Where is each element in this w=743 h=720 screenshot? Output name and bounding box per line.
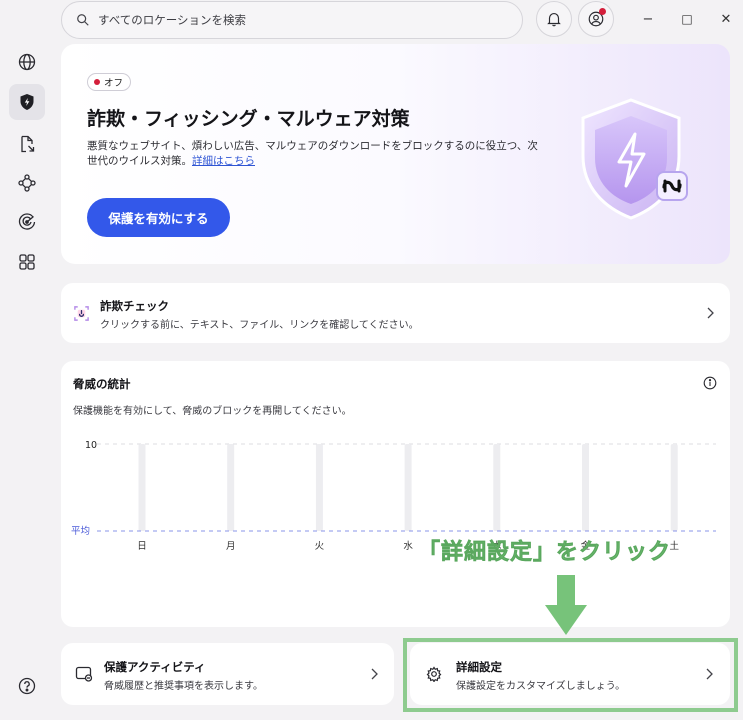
- close-button[interactable]: ✕: [714, 8, 738, 30]
- chevron-right-icon: [707, 307, 714, 319]
- scam-check-title: 詐欺チェック: [100, 299, 169, 313]
- hero-description-text: 悪質なウェブサイト、煩わしい広告、マルウェアのダウンロードをブロックするのに役立…: [87, 140, 538, 167]
- protection-activity-subtitle: 脅威履歴と推奨事項を表示します。: [104, 681, 263, 692]
- enable-protection-button[interactable]: 保護を有効にする: [87, 198, 230, 237]
- radar-icon: [18, 213, 36, 230]
- arrow-down-icon: [545, 575, 587, 635]
- search-icon: [77, 14, 89, 26]
- protection-activity-card[interactable]: 保護アクティビティ 脅威履歴と推奨事項を表示します。: [61, 643, 394, 705]
- learn-more-link[interactable]: 詳細はこちら: [192, 155, 255, 167]
- sidebar-item-protection[interactable]: [9, 84, 45, 120]
- chart-bar-track: [138, 444, 146, 531]
- status-badge-label: オフ: [104, 78, 124, 89]
- file-arrow-icon: [21, 135, 35, 153]
- chart-bar-track: [404, 444, 412, 531]
- chart-bar-track: [315, 444, 323, 531]
- highlight-box: [403, 638, 738, 712]
- sidebar-item-apps[interactable]: [9, 244, 45, 280]
- scam-check-subtitle: クリックする前に、テキスト、ファイル、リンクを確認してください。: [100, 320, 419, 331]
- chart-x-tick-label: 月: [226, 541, 236, 552]
- alert-dot: [599, 8, 606, 15]
- threat-stats-card: 脅威の統計 保護機能を有効にして、脅威のブロックを再開してください。 10 日月火…: [61, 361, 730, 627]
- notifications-button[interactable]: [536, 1, 572, 37]
- chart-y-tick-label: 10: [85, 440, 97, 451]
- chart-bar-track: [227, 444, 235, 531]
- hero-description: 悪質なウェブサイト、煩わしい広告、マルウェアのダウンロードをブロックするのに役立…: [87, 139, 547, 169]
- sidebar-item-network[interactable]: [9, 165, 45, 201]
- search-input[interactable]: [98, 13, 478, 27]
- apps-grid-icon: [19, 254, 35, 270]
- sidebar: [0, 0, 56, 720]
- chart-x-tick-label: 火: [315, 541, 325, 552]
- help-icon: [18, 677, 36, 695]
- shield-icon: [20, 94, 34, 110]
- maximize-button[interactable]: □: [675, 8, 699, 30]
- sidebar-item-vpn[interactable]: [9, 44, 45, 80]
- chart-bar-track: [670, 444, 678, 531]
- chevron-right-icon: [371, 668, 378, 680]
- help-button[interactable]: [9, 668, 45, 704]
- tutorial-annotation: 「詳細設定」をクリック: [418, 540, 672, 566]
- chart-bar-track: [493, 444, 501, 531]
- chart-x-tick-label: 水: [403, 540, 413, 552]
- account-button[interactable]: [578, 1, 614, 37]
- scam-check-icon: [74, 306, 89, 321]
- chart-x-tick-label: 日: [137, 541, 147, 552]
- chart-bar-track: [582, 444, 589, 531]
- activity-icon: [75, 666, 93, 682]
- protection-activity-title: 保護アクティビティ: [104, 660, 206, 674]
- protection-hero-card: オフ 詐欺・フィッシング・マルウェア対策 悪質なウェブサイト、煩わしい広告、マル…: [61, 44, 730, 264]
- shield-illustration-icon: [581, 98, 688, 220]
- threat-chart: 10日月火水木金土平均: [71, 440, 716, 552]
- network-icon: [18, 174, 36, 192]
- sidebar-item-files[interactable]: [9, 126, 45, 162]
- minimize-button[interactable]: −: [636, 8, 660, 30]
- page-title: 詐欺・フィッシング・マルウェア対策: [87, 108, 410, 130]
- globe-icon: [18, 53, 36, 71]
- search-bar[interactable]: [61, 1, 523, 39]
- status-off-dot: [94, 79, 100, 85]
- sidebar-item-privacy[interactable]: [9, 204, 45, 240]
- status-badge: オフ: [87, 73, 132, 91]
- chart-average-label: 平均: [71, 525, 90, 537]
- scam-check-card[interactable]: 詐欺チェック クリックする前に、テキスト、ファイル、リンクを確認してください。: [61, 283, 730, 343]
- bell-icon: [547, 13, 561, 27]
